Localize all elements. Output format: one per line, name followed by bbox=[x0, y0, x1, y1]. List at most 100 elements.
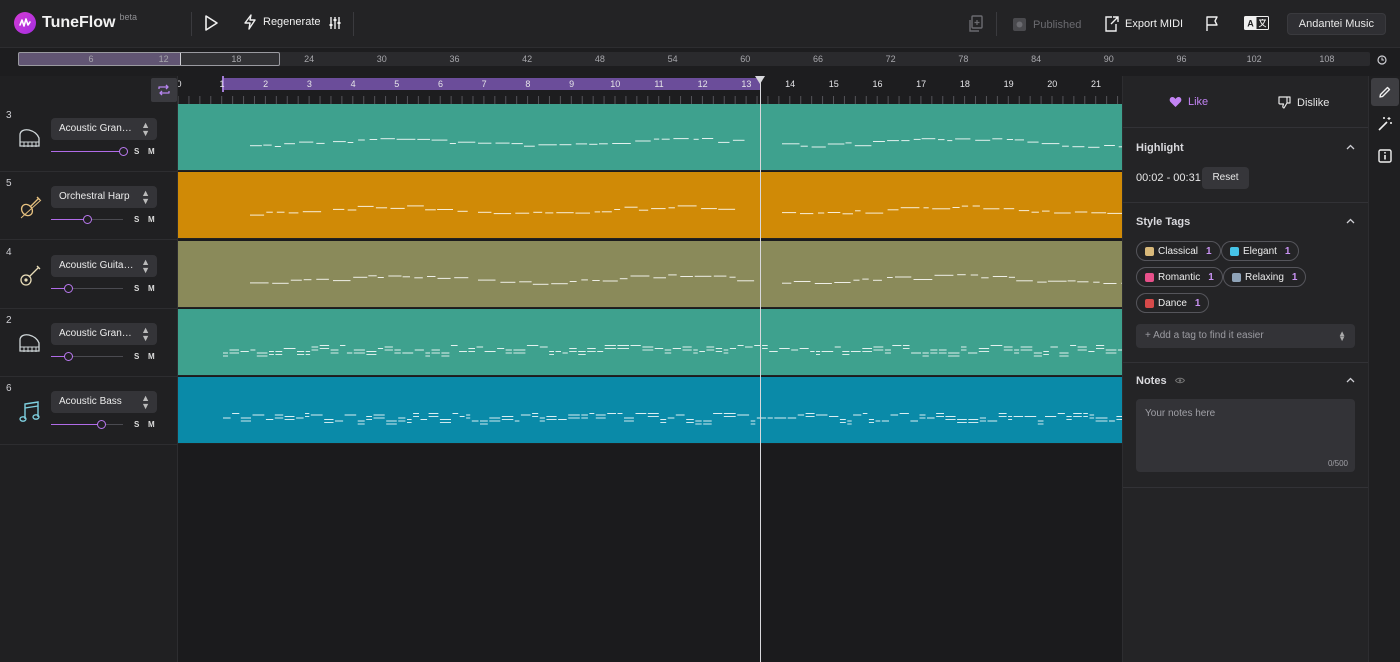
highlight-section: Highlight bbox=[1123, 128, 1369, 203]
ruler-bar-label: 16 bbox=[872, 79, 883, 89]
updown-icon: ▲ ▼ bbox=[141, 256, 150, 275]
violin-icon bbox=[17, 194, 43, 220]
ruler-bar-label: 8 bbox=[525, 79, 531, 89]
regenerate-button[interactable]: Regenerate bbox=[243, 14, 321, 30]
loop-icon bbox=[158, 84, 170, 96]
app-logo[interactable]: TuneFlow beta bbox=[14, 12, 137, 34]
dislike-button[interactable]: Dislike bbox=[1278, 96, 1329, 109]
volume-knob[interactable] bbox=[83, 215, 92, 225]
solo-button[interactable]: S bbox=[134, 352, 139, 361]
magic-tool-button[interactable] bbox=[1371, 110, 1399, 138]
style-tag[interactable]: Dance 1 bbox=[1136, 293, 1210, 313]
chevron-up-icon[interactable] bbox=[1346, 144, 1355, 150]
rating-section: Like Dislike bbox=[1123, 76, 1369, 128]
volume-knob[interactable] bbox=[97, 420, 106, 430]
playhead[interactable] bbox=[760, 76, 761, 662]
copy-icon bbox=[969, 15, 983, 32]
volume-slider[interactable] bbox=[51, 283, 123, 293]
reset-highlight-button[interactable]: Reset bbox=[1202, 167, 1249, 189]
chevron-up-icon[interactable] bbox=[1346, 377, 1355, 383]
tag-emoji-icon bbox=[1145, 246, 1154, 256]
track-header[interactable]: 5 Orchestral Harp ▲ ▼ S M bbox=[0, 172, 177, 241]
overview-tick-label: 72 bbox=[885, 54, 896, 64]
volume-slider[interactable] bbox=[51, 147, 128, 156]
thumbs-down-icon bbox=[1278, 96, 1291, 109]
mute-button[interactable]: M bbox=[148, 147, 155, 156]
add-tag-input[interactable]: + Add a tag to find it easier ▲ ▼ bbox=[1136, 324, 1355, 348]
flag-icon bbox=[1206, 16, 1218, 31]
updown-icon: ▲ ▼ bbox=[141, 393, 150, 412]
volume-slider[interactable] bbox=[51, 420, 123, 430]
overview-bar[interactable]: 6 12 18 24 30 36 42 48 54 60 66 72 78 84 90 96 102 108 bbox=[0, 48, 1400, 76]
tag-count: 1 bbox=[1284, 245, 1291, 257]
export-midi-button[interactable]: Export MIDI bbox=[1103, 16, 1183, 32]
track-header[interactable]: 2 Acoustic Gran… ▲ ▼ S M bbox=[0, 309, 177, 377]
track-clip[interactable] bbox=[178, 240, 1122, 308]
track-clip[interactable] bbox=[178, 308, 1122, 376]
notes-textarea[interactable]: Your notes here 0/500 bbox=[1136, 399, 1355, 472]
edit-tool-button[interactable] bbox=[1371, 78, 1399, 106]
mute-button[interactable]: M bbox=[148, 215, 155, 224]
instrument-select[interactable]: Acoustic Guita… ▲ ▼ bbox=[51, 254, 157, 277]
published-toggle[interactable]: Published bbox=[1012, 17, 1081, 32]
clock-icon bbox=[1377, 54, 1387, 68]
mute-button[interactable]: M bbox=[148, 284, 155, 293]
track-clip[interactable] bbox=[178, 377, 1122, 445]
top-toolbar: TuneFlow beta Regenerate Published Expor… bbox=[0, 0, 1400, 48]
language-button[interactable]: A bbox=[1244, 16, 1269, 30]
track-clip[interactable] bbox=[178, 104, 1122, 171]
instrument-label: Acoustic Gran… bbox=[59, 327, 132, 339]
ruler-bar-label: 10 bbox=[610, 79, 621, 89]
timeline-ruler[interactable]: 0 1 2 3 4 5 6 7 8 9 10 11 12 13 14 15 16 17 18 19 20 21 bbox=[178, 76, 1122, 104]
feedback-button[interactable] bbox=[1205, 16, 1219, 32]
style-tag[interactable]: Relaxing 1 bbox=[1223, 267, 1307, 287]
loop-button[interactable] bbox=[151, 78, 177, 102]
arrangement-area[interactable] bbox=[178, 104, 1122, 662]
ruler-bar-label: 12 bbox=[697, 79, 708, 89]
instrument-select[interactable]: Acoustic Gran… ▲ ▼ bbox=[51, 322, 157, 345]
solo-button[interactable]: S bbox=[134, 147, 139, 156]
instrument-select[interactable]: Acoustic Bass ▲ ▼ bbox=[51, 391, 157, 414]
instrument-select[interactable]: Orchestral Harp ▲ ▼ bbox=[51, 186, 157, 209]
eye-icon bbox=[1174, 377, 1185, 384]
overview-tick-label: 108 bbox=[1319, 54, 1335, 64]
ruler-bar-label: 11 bbox=[654, 79, 664, 89]
track-header[interactable]: 4 Acoustic Guita… ▲ ▼ S M bbox=[0, 241, 177, 309]
account-button[interactable]: Andantei Music bbox=[1286, 13, 1386, 35]
style-tag[interactable]: Elegant 1 bbox=[1221, 241, 1300, 261]
volume-knob[interactable] bbox=[119, 147, 128, 156]
volume-knob[interactable] bbox=[64, 351, 73, 361]
track-clip[interactable] bbox=[178, 172, 1122, 240]
overview-tick-label: 6 bbox=[88, 54, 94, 64]
loop-region[interactable] bbox=[222, 78, 760, 90]
mute-button[interactable]: M bbox=[148, 420, 155, 429]
regenerate-label: Regenerate bbox=[263, 16, 321, 28]
solo-button[interactable]: S bbox=[134, 284, 139, 293]
track-header[interactable]: 6 Acoustic Bass ▲ ▼ S M bbox=[0, 377, 177, 446]
info-tool-button[interactable] bbox=[1371, 142, 1399, 170]
track-header[interactable]: 3 Acoustic Gran… ▲ ▼ S M bbox=[0, 104, 177, 172]
beta-badge: beta bbox=[119, 12, 137, 22]
solo-button[interactable]: S bbox=[134, 215, 139, 224]
duplicate-button[interactable] bbox=[968, 15, 984, 33]
like-button[interactable]: Like bbox=[1169, 96, 1208, 108]
tag-count: 1 bbox=[1291, 271, 1298, 283]
tag-count: 1 bbox=[1208, 271, 1214, 283]
mute-button[interactable]: M bbox=[148, 352, 155, 361]
play-button[interactable] bbox=[203, 14, 219, 32]
chevron-up-icon[interactable] bbox=[1346, 218, 1355, 224]
volume-slider[interactable] bbox=[51, 215, 123, 225]
style-tag[interactable]: Romantic 1 bbox=[1136, 267, 1223, 287]
mixer-button[interactable] bbox=[328, 16, 342, 30]
volume-knob[interactable] bbox=[64, 283, 73, 293]
track-list: 3 Acoustic Gran… ▲ ▼ S M 5 Orchestral Harp ▲ ▼ S M 4… bbox=[0, 76, 178, 662]
track-number: 2 bbox=[6, 314, 12, 326]
highlight-title: Highlight bbox=[1136, 142, 1184, 154]
volume-slider[interactable] bbox=[51, 351, 123, 361]
pencil-icon bbox=[1379, 86, 1391, 98]
tag-label: Romantic bbox=[1158, 271, 1201, 283]
ruler-bar-label: 13 bbox=[741, 79, 752, 89]
instrument-select[interactable]: Acoustic Gran… ▲ ▼ bbox=[51, 118, 157, 140]
style-tag[interactable]: Classical 1 bbox=[1136, 241, 1221, 261]
solo-button[interactable]: S bbox=[134, 420, 139, 429]
